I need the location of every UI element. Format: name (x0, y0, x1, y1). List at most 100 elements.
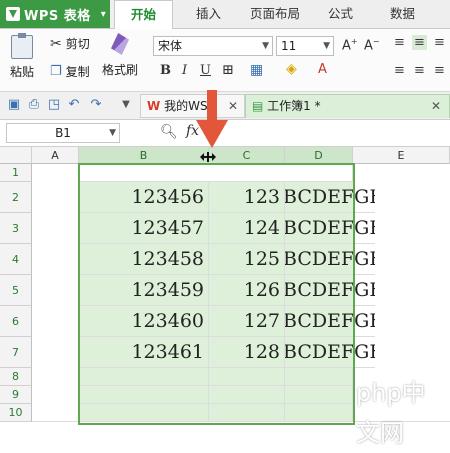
copy-button[interactable]: ❐ 复制 (50, 63, 90, 80)
doc-tab-label: 工作簿1 * (267, 99, 321, 113)
name-box[interactable]: B1 ▼ (6, 123, 120, 143)
arrow-down-icon (196, 90, 228, 153)
align-right-icon[interactable]: ≡ (434, 63, 445, 78)
doc-tab-label: 我的W (164, 99, 200, 113)
watermark-text: php中文网 (356, 379, 426, 447)
cell-c7[interactable]: 128 (209, 337, 285, 368)
row-header[interactable]: 6 (0, 306, 32, 337)
decrease-font-icon[interactable]: A− (364, 37, 380, 53)
row-header[interactable]: 5 (0, 275, 32, 306)
column-header-d[interactable]: D (285, 147, 353, 164)
cell[interactable] (209, 386, 285, 404)
align-bottom-icon[interactable]: ≡ (434, 35, 445, 50)
paste-button[interactable]: 粘贴 (10, 33, 35, 80)
cell-b7[interactable]: 123461 (79, 337, 209, 368)
row-header[interactable]: 4 (0, 244, 32, 275)
app-title: WPS 表格 (24, 8, 91, 24)
italic-button[interactable]: I (182, 63, 187, 78)
cell[interactable] (79, 386, 209, 404)
column-header-a[interactable]: A (32, 147, 79, 164)
chevron-down-icon[interactable]: ▼ (118, 97, 134, 113)
align-center-icon[interactable]: ≡ (414, 63, 425, 78)
copy-label: 复制 (65, 65, 90, 79)
copy-icon: ❐ (50, 64, 62, 79)
cell-b5[interactable]: 123459 (79, 275, 209, 306)
scissors-icon: ✂ (50, 35, 62, 52)
cell-c3[interactable]: 124 (209, 213, 285, 244)
cell[interactable] (209, 368, 285, 386)
tab-data[interactable]: 数据 (390, 0, 415, 28)
print-preview-icon[interactable]: ◳ (46, 97, 62, 113)
font-size-select[interactable]: 11 ▼ (276, 36, 334, 56)
paste-icon (11, 33, 33, 59)
tab-insert[interactable]: 插入 (196, 0, 221, 28)
cell[interactable] (79, 404, 209, 422)
select-all-corner[interactable] (0, 147, 32, 164)
bold-button[interactable]: B (160, 63, 171, 78)
fill-color-icon[interactable]: ◈ (286, 61, 297, 77)
zoom-icon[interactable]: 🔍︎ (160, 124, 178, 140)
cell[interactable] (285, 386, 353, 404)
cell-d3[interactable]: BCDEFGH (285, 213, 375, 244)
cell-c4[interactable]: 125 (209, 244, 285, 275)
format-painter-button[interactable]: 格式刷 (102, 33, 138, 78)
cell-b3[interactable]: 123457 (79, 213, 209, 244)
chevron-down-icon: ▾ (100, 8, 106, 20)
chevron-down-icon: ▼ (323, 41, 330, 51)
cell[interactable] (285, 368, 353, 386)
tab-page-layout[interactable]: 页面布局 (250, 0, 300, 28)
row-header[interactable]: 9 (0, 386, 32, 404)
doc-tab-my-wps[interactable]: W 我的WS ✕ (140, 94, 245, 118)
cell[interactable] (209, 404, 285, 422)
redo-icon[interactable]: ↷ (88, 97, 104, 113)
doc-tab-workbook[interactable]: ▤ 工作簿1 * ✕ (245, 94, 450, 118)
cell-b6[interactable]: 123460 (79, 306, 209, 337)
merge-cells-icon[interactable]: ▦ (250, 62, 263, 78)
spreadsheet-icon: ▤ (252, 99, 264, 113)
increase-font-icon[interactable]: A+ (342, 37, 358, 53)
align-left-icon[interactable]: ≡ (394, 63, 405, 78)
cut-button[interactable]: ✂ 剪切 (50, 35, 90, 52)
row-header[interactable]: 1 (0, 164, 32, 182)
cell-d7[interactable]: BCDEFGH (285, 337, 375, 368)
undo-icon[interactable]: ↶ (66, 97, 82, 113)
cell-d2[interactable]: BCDEFGH (285, 182, 375, 213)
row-header[interactable]: 7 (0, 337, 32, 368)
font-name-select[interactable]: 宋体 ▼ (153, 36, 273, 56)
name-box-value: B1 (55, 126, 71, 140)
cell[interactable] (285, 404, 353, 422)
cell-b4[interactable]: 123458 (79, 244, 209, 275)
cell-d5[interactable]: BCDEFGH (285, 275, 375, 306)
cell-c6[interactable]: 127 (209, 306, 285, 337)
align-middle-icon[interactable]: ≡ (412, 35, 427, 50)
cell-c2[interactable]: 123 (209, 182, 285, 213)
row-header[interactable]: 2 (0, 182, 32, 213)
column-header-b[interactable]: B (79, 147, 209, 164)
paste-label: 粘贴 (10, 65, 35, 79)
underline-button[interactable]: U (200, 63, 211, 78)
column-a-cells[interactable] (32, 164, 79, 422)
cell[interactable] (79, 368, 209, 386)
close-icon[interactable]: ✕ (431, 95, 441, 117)
border-icon[interactable]: ⊞ (222, 62, 234, 78)
row-header[interactable]: 10 (0, 404, 32, 422)
row-header[interactable]: 8 (0, 368, 32, 386)
tab-home[interactable]: 开始 (114, 0, 174, 30)
font-color-icon[interactable]: A (318, 62, 327, 77)
format-painter-icon (111, 33, 129, 55)
close-icon[interactable]: ✕ (228, 95, 238, 117)
row-1-cells[interactable] (79, 164, 353, 182)
font-size-value: 11 (281, 39, 297, 53)
cell-d4[interactable]: BCDEFGH (285, 244, 375, 275)
app-menu-button[interactable]: WPS 表格 ▾ (0, 0, 110, 28)
tab-formulas[interactable]: 公式 (328, 0, 353, 28)
align-top-icon[interactable]: ≡ (394, 35, 405, 50)
column-header-e[interactable]: E (353, 147, 450, 164)
save-icon[interactable]: ▣ (6, 97, 22, 113)
row-header[interactable]: 3 (0, 213, 32, 244)
print-icon[interactable]: ⎙ (26, 97, 42, 113)
cell-b2[interactable]: 123456 (79, 182, 209, 213)
cell-c5[interactable]: 126 (209, 275, 285, 306)
cut-label: 剪切 (65, 37, 90, 51)
cell-d6[interactable]: BCDEFGH (285, 306, 375, 337)
